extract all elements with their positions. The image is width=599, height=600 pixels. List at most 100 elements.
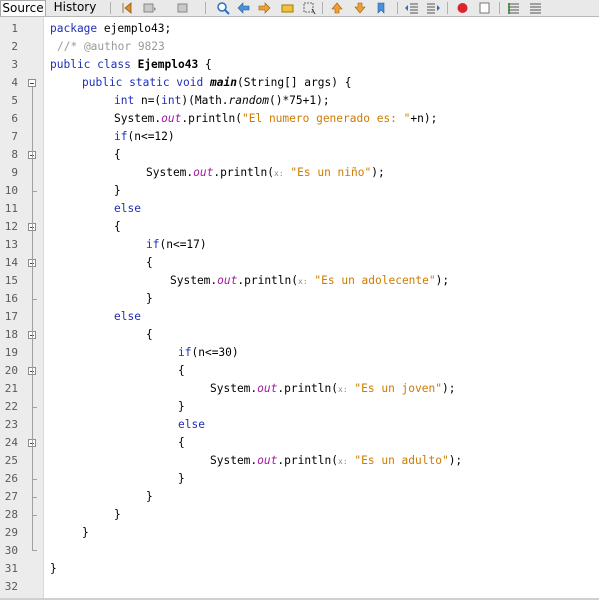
keyword: if	[146, 238, 160, 251]
code-line-10: }	[114, 184, 121, 197]
code-line-19: if(n<=30)	[178, 344, 239, 362]
code-line-8: {	[114, 148, 121, 161]
field-name: out	[217, 274, 238, 287]
forward-icon[interactable]	[176, 1, 191, 15]
toolbar-separator	[205, 2, 206, 14]
toolbar-separator	[322, 2, 323, 14]
fold-end-marker	[32, 515, 37, 516]
keyword: int	[161, 94, 182, 107]
code-text: .println(	[213, 166, 274, 179]
line-number: 4	[11, 76, 18, 89]
code-text: (n<=12)	[127, 130, 175, 143]
string-literal: "Es un adolecente"	[314, 274, 436, 287]
code-text: )(Math.	[181, 94, 229, 107]
code-text: System.	[146, 166, 194, 179]
line-number: 19	[4, 346, 18, 359]
fold-end-marker	[32, 191, 37, 192]
code-line-21: System.out.println(x: "Es un joven");	[210, 380, 455, 398]
code-line-12: {	[114, 220, 121, 233]
fold-end-marker	[32, 407, 37, 408]
line-number: 1	[11, 22, 18, 35]
line-number: 32	[4, 580, 18, 593]
line-number: 15	[4, 274, 18, 287]
code-editor[interactable]: package ejemplo43; //* @author 9823 publ…	[44, 17, 599, 600]
code-line-11: else	[114, 200, 141, 218]
next-bookmark-icon[interactable]	[353, 1, 368, 15]
fold-end-marker	[32, 497, 37, 498]
string-literal: "El numero generado es: "	[242, 112, 411, 125]
shift-left-icon[interactable]	[404, 1, 419, 15]
find-previous-icon[interactable]	[236, 1, 251, 15]
code-line-9: System.out.println(x: "Es un niño");	[146, 164, 385, 182]
tab-source[interactable]: Source	[0, 0, 46, 16]
line-number: 16	[4, 292, 18, 305]
line-number: 14	[4, 256, 18, 269]
code-text: .println(	[237, 274, 298, 287]
last-edit-icon[interactable]	[120, 1, 135, 15]
code-line-22: }	[178, 400, 185, 413]
code-text: System.	[210, 382, 258, 395]
code-text: (n<=30)	[191, 346, 239, 359]
toggle-highlight-icon[interactable]	[280, 1, 295, 15]
find-icon[interactable]	[216, 1, 231, 15]
keyword: else	[178, 418, 205, 431]
line-number: 2	[11, 40, 18, 53]
code-text: .println(	[277, 454, 338, 467]
line-number: 30	[4, 544, 18, 557]
code-line-25: System.out.println(x: "Es un adulto");	[210, 452, 462, 470]
code-line-5: int n=(int)(Math.random()*75+1);	[114, 92, 330, 110]
code-line-1: package ejemplo43;	[50, 20, 171, 38]
line-number: 17	[4, 310, 18, 323]
fold-end-marker	[32, 479, 37, 480]
shift-right-icon[interactable]	[426, 1, 441, 15]
code-text: );	[435, 274, 450, 287]
code-line-26: }	[178, 472, 185, 485]
line-number-gutter: 1 2 3 4 5 6 7 8 9 10 11 12 13 14 15 16 1…	[0, 17, 44, 600]
code-text: ejemplo43;	[97, 22, 172, 35]
code-line-18: {	[146, 328, 153, 341]
keyword: else	[114, 310, 141, 323]
parameter-hint: x:	[338, 457, 348, 466]
code-line-16: }	[146, 292, 153, 305]
stop-macro-icon[interactable]	[477, 1, 492, 15]
comment: //* @author 9823	[57, 40, 165, 53]
field-name: out	[193, 166, 214, 179]
parameter-hint: x:	[298, 277, 308, 286]
field-name: out	[161, 112, 182, 125]
fold-end-marker	[32, 550, 37, 551]
code-text: (n<=17)	[159, 238, 207, 251]
code-text: System.	[170, 274, 218, 287]
method-name: main	[210, 76, 237, 89]
code-text: System.	[114, 112, 162, 125]
parameter-hint: x:	[274, 169, 284, 178]
start-macro-icon[interactable]	[455, 1, 470, 15]
fold-toggle-main[interactable]	[28, 79, 36, 87]
line-number: 23	[4, 418, 18, 431]
keyword: public class	[50, 58, 131, 71]
code-line-14: {	[146, 256, 153, 269]
line-number: 9	[11, 166, 18, 179]
tab-history[interactable]: History	[46, 0, 104, 15]
back-icon[interactable]	[142, 1, 157, 15]
field-name: out	[257, 382, 278, 395]
keyword: if	[114, 130, 128, 143]
class-name: Ejemplo43	[137, 58, 199, 71]
previous-bookmark-icon[interactable]	[330, 1, 345, 15]
line-number: 12	[4, 220, 18, 233]
line-number: 13	[4, 238, 18, 251]
toggle-rect-selection-icon[interactable]	[302, 1, 317, 15]
code-line-6: System.out.println("El numero generado e…	[114, 110, 437, 128]
code-line-28: }	[114, 508, 121, 521]
line-number: 24	[4, 436, 18, 449]
toolbar-separator	[499, 2, 500, 14]
line-number: 18	[4, 328, 18, 341]
line-number: 27	[4, 490, 18, 503]
comment-icon[interactable]	[506, 1, 521, 15]
code-line-27: }	[146, 490, 153, 503]
find-next-icon[interactable]	[257, 1, 272, 15]
code-text: ()*75+1);	[268, 94, 330, 107]
toggle-bookmark-icon[interactable]	[375, 1, 390, 15]
code-line-2: //* @author 9823	[57, 38, 165, 56]
line-number: 8	[11, 148, 18, 161]
uncomment-icon[interactable]	[528, 1, 543, 15]
